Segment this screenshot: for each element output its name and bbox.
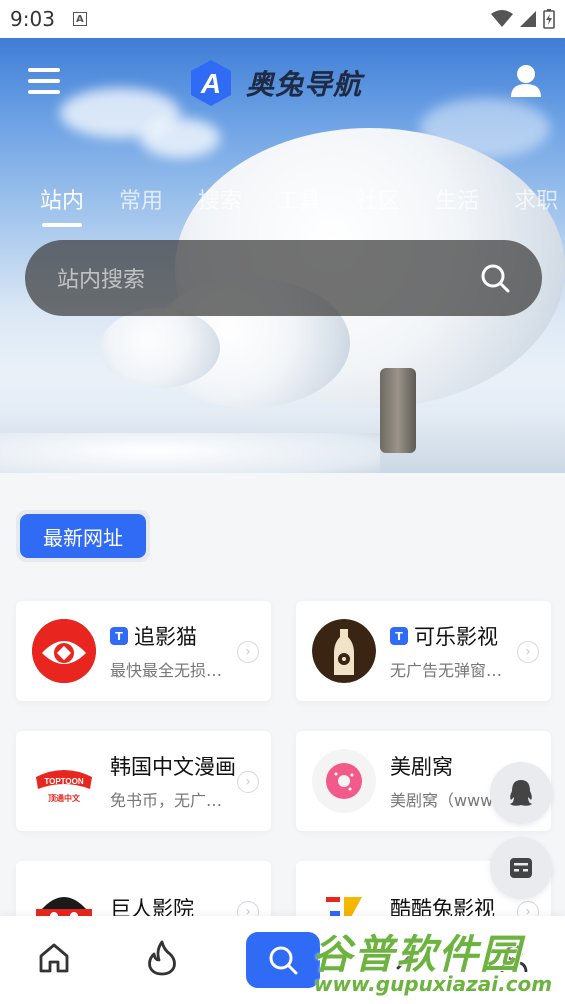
category-tabs: 站内 常用 搜索 工具 社区 生活 求职 bbox=[40, 183, 558, 227]
tag-badge: T bbox=[390, 627, 408, 645]
site-card-2[interactable]: TOPTOON 顶通中文 韩国中文漫画 免书币，无广… › bbox=[16, 731, 271, 831]
signal-icon bbox=[520, 11, 536, 27]
app-icon-toptoon: TOPTOON 顶通中文 bbox=[32, 749, 96, 813]
battery-icon bbox=[543, 9, 555, 29]
search-placeholder: 站内搜索 bbox=[57, 268, 146, 293]
app-icon-meijuwo bbox=[312, 749, 376, 813]
nav-search[interactable] bbox=[246, 932, 320, 988]
svg-text:A: A bbox=[200, 68, 221, 99]
qq-icon bbox=[510, 780, 532, 806]
tool-float-button[interactable] bbox=[490, 837, 552, 899]
chevron-right-icon: › bbox=[237, 771, 259, 793]
tab-1[interactable]: 常用 bbox=[119, 183, 163, 227]
site-card-1[interactable]: T 可乐影视 无广告无弹窗… › bbox=[296, 601, 551, 701]
notification-icon: A bbox=[72, 12, 87, 26]
logo-icon: A bbox=[191, 60, 231, 106]
app-name: 奥兔导航 bbox=[246, 68, 363, 101]
svg-text:顶通中文: 顶通中文 bbox=[48, 793, 81, 803]
nav-hot[interactable] bbox=[142, 938, 182, 978]
top-bar: A 奥兔导航 bbox=[0, 58, 565, 108]
tab-5[interactable]: 生活 bbox=[435, 183, 479, 227]
tab-6[interactable]: 求职 bbox=[514, 183, 558, 227]
home-icon bbox=[39, 943, 69, 973]
tab-3[interactable]: 工具 bbox=[277, 183, 321, 227]
chevron-right-icon: › bbox=[517, 641, 539, 663]
section-label: 最新网址 bbox=[20, 514, 146, 558]
card-title: 可乐影视 bbox=[414, 625, 498, 649]
search-icon bbox=[269, 946, 298, 975]
status-icons bbox=[491, 9, 555, 29]
search-icon[interactable] bbox=[480, 263, 510, 293]
app-icon-zhuiyingmao bbox=[32, 619, 96, 683]
tab-2[interactable]: 搜索 bbox=[198, 183, 242, 227]
user-icon[interactable] bbox=[510, 64, 542, 98]
search-input[interactable]: 站内搜索 bbox=[25, 240, 542, 316]
qq-float-button[interactable] bbox=[490, 762, 552, 824]
card-desc: 无广告无弹窗… bbox=[390, 661, 503, 680]
status-bar: 9:03 A bbox=[0, 0, 565, 38]
app-logo: A 奥兔导航 bbox=[186, 58, 362, 108]
card-title: 美剧窝 bbox=[390, 755, 453, 779]
nav-home[interactable] bbox=[34, 938, 74, 978]
card-desc: 免书币，无广… bbox=[110, 791, 223, 810]
wifi-icon bbox=[491, 10, 513, 27]
tab-0[interactable]: 站内 bbox=[40, 183, 84, 227]
app-icon-kele bbox=[312, 619, 376, 683]
card-title: 韩国中文漫画 bbox=[110, 755, 236, 779]
card-title: 追影猫 bbox=[134, 625, 197, 649]
svg-text:TOPTOON: TOPTOON bbox=[44, 777, 83, 786]
hero-banner: A 奥兔导航 站内 常用 搜索 工具 社区 生活 求职 站内搜索 bbox=[0, 38, 565, 473]
watermark: 谷普软件园 www.gupuxiazai.com bbox=[312, 918, 565, 1004]
chevron-right-icon: › bbox=[237, 641, 259, 663]
site-card-0[interactable]: T 追影猫 最快最全无损… › bbox=[16, 601, 271, 701]
tag-badge: T bbox=[110, 627, 128, 645]
calculator-icon bbox=[510, 858, 532, 878]
section-latest[interactable]: 最新网址 bbox=[16, 510, 150, 562]
tree-trunk bbox=[380, 368, 416, 453]
menu-icon[interactable] bbox=[28, 68, 60, 94]
tab-4[interactable]: 社区 bbox=[356, 183, 400, 227]
status-time: 9:03 bbox=[10, 7, 55, 31]
fire-icon bbox=[148, 940, 176, 976]
card-desc: 最快最全无损… bbox=[110, 661, 223, 680]
watermark-url: www.gupuxiazai.com bbox=[314, 972, 553, 996]
